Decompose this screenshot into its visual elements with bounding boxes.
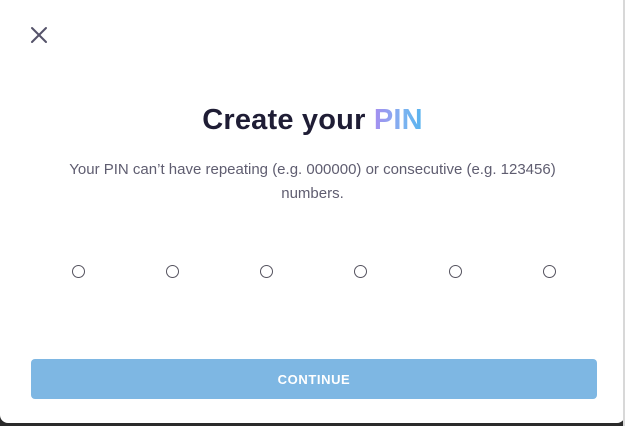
title-prefix: Create your: [202, 104, 374, 136]
pin-digit-2[interactable]: [166, 265, 179, 278]
pin-digit-6[interactable]: [543, 265, 556, 278]
title-accent: PIN: [373, 104, 423, 136]
page-title: Create your PIN: [0, 104, 625, 137]
create-pin-modal: Create your PIN Your PIN can’t have repe…: [0, 0, 625, 423]
close-button[interactable]: [27, 23, 51, 47]
pin-digit-4[interactable]: [354, 265, 367, 278]
pin-digit-5[interactable]: [449, 265, 462, 278]
pin-digit-1[interactable]: [72, 265, 85, 278]
continue-button[interactable]: CONTINUE: [31, 359, 597, 399]
pin-digit-3[interactable]: [260, 265, 273, 278]
pin-input-group[interactable]: [0, 265, 625, 281]
pin-rules-description: Your PIN can’t have repeating (e.g. 0000…: [69, 161, 556, 202]
close-icon: [31, 27, 47, 43]
